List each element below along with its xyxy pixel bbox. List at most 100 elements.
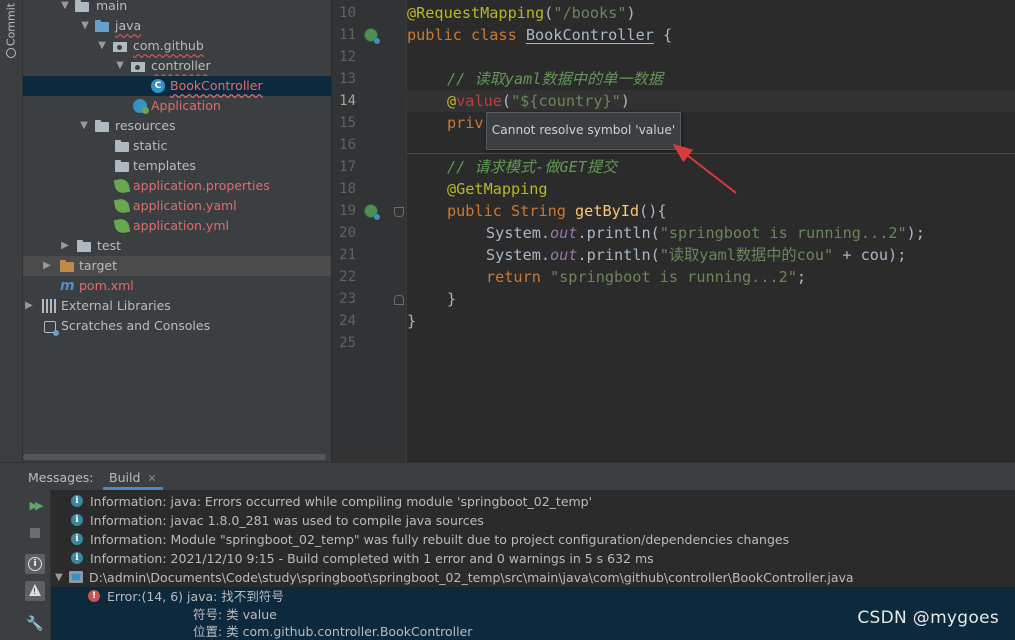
paren: ) [626, 4, 636, 22]
keyword: return [486, 268, 551, 286]
code-line-21: System.out.println("读取yaml数据中的cou" + cou… [486, 244, 906, 266]
tab-build[interactable]: Build ✕ [103, 466, 163, 490]
spring-mapping-gutter-icon[interactable] [364, 204, 380, 220]
scratches-icon [44, 321, 59, 336]
wrench-icon[interactable]: 🔧 [25, 614, 45, 634]
tree-item-target[interactable]: ▶ target [23, 256, 331, 276]
code-line-24: } [407, 310, 416, 332]
tree-item-label: BookController [170, 78, 263, 93]
line-number: 19 [339, 203, 356, 219]
tree-item-external-libraries[interactable]: ▶ External Libraries [23, 296, 331, 316]
message-text: Information: 2021/12/10 9:15 - Build com… [90, 551, 654, 566]
tree-item-controller[interactable]: ▼ controller [23, 56, 331, 76]
line-number: 15 [339, 115, 356, 131]
collapsed-arrow-icon[interactable]: ▶ [41, 256, 53, 276]
tree-item-static[interactable]: static [23, 136, 331, 156]
rerun-icon[interactable]: ▶▶ [25, 496, 45, 516]
libraries-icon [42, 299, 56, 313]
paren: ( [544, 4, 554, 22]
show-info-icon[interactable]: i [25, 554, 45, 574]
line-number: 18 [339, 181, 356, 197]
paren: ( [501, 92, 512, 110]
tree-item-label: External Libraries [61, 298, 171, 313]
field: out [550, 246, 578, 264]
tree-item-java[interactable]: ▼ java [23, 16, 331, 36]
variable: cou [860, 246, 889, 264]
tree-item-bookcontroller[interactable]: C BookController [23, 76, 331, 96]
code-line-20: System.out.println("springboot is runnin… [486, 222, 925, 244]
spring-config-icon [113, 197, 131, 215]
left-tool-strip: Commit [0, 0, 23, 462]
message-text: Information: java: Errors occurred while… [90, 494, 593, 509]
close-icon[interactable]: ✕ [147, 472, 156, 485]
info-icon: i [71, 514, 83, 526]
line-number: 10 [339, 5, 356, 21]
tree-item-label: application.yaml [133, 198, 237, 213]
paren: ); [888, 246, 907, 264]
tree-item-main[interactable]: ▼ main [23, 0, 331, 16]
line-number: 16 [339, 137, 356, 153]
tree-item-scratches[interactable]: Scratches and Consoles [23, 316, 331, 336]
paren: ); [906, 224, 925, 242]
tree-item-label: Scratches and Consoles [61, 318, 211, 333]
error-row[interactable]: ! Error:(14, 6) java: 找不到符号 [51, 587, 1015, 606]
expanded-arrow-icon[interactable]: ▼ [114, 56, 126, 76]
string-literal: "读取yaml数据中的cou" [659, 246, 834, 264]
java-file-icon [69, 571, 83, 583]
tree-item-pom-xml[interactable]: m pom.xml [23, 276, 331, 296]
spring-bean-gutter-icon[interactable] [364, 28, 380, 44]
scrollbar-thumb[interactable] [23, 454, 326, 460]
collapsed-arrow-icon[interactable]: ▶ [23, 296, 35, 316]
string-literal: "${country}" [511, 92, 621, 110]
comment: // 请求模式-做GET提交 [447, 158, 618, 176]
expanded-arrow-icon[interactable]: ▼ [78, 116, 90, 136]
error-text: Error:(14, 6) java: 找不到符号 [107, 589, 284, 604]
tree-item-test[interactable]: ▶ test [23, 236, 331, 256]
tree-item-com-github[interactable]: ▼ com.github [23, 36, 331, 56]
spring-boot-app-icon [133, 99, 149, 114]
stop-icon[interactable] [30, 528, 40, 538]
class-ref: System. [486, 246, 551, 264]
project-horizontal-scrollbar[interactable] [23, 454, 331, 460]
tree-item-application[interactable]: Application [23, 96, 331, 116]
line-number: 12 [339, 49, 356, 65]
info-icon: i [71, 552, 83, 564]
keyword: priv [447, 114, 484, 132]
tree-item-application-yml[interactable]: application.yml [23, 216, 331, 236]
expanded-arrow-icon[interactable]: ▼ [96, 36, 108, 56]
resources-folder-icon [95, 120, 109, 132]
tree-item-label: java [115, 18, 142, 33]
type: String [511, 202, 576, 220]
tree-item-label: templates [133, 158, 196, 173]
unresolved-symbol: value [456, 92, 502, 110]
spring-config-icon [113, 177, 131, 195]
error-icon: ! [88, 590, 100, 602]
tree-item-label: pom.xml [79, 278, 134, 293]
spring-config-icon [113, 217, 131, 235]
fold-start-icon[interactable] [394, 207, 404, 217]
paren: (){ [639, 202, 667, 220]
tree-item-label: resources [115, 118, 176, 133]
show-warnings-icon[interactable] [25, 581, 45, 601]
code-line-10: @RequestMapping("/books") [407, 2, 636, 24]
string-literal: "springboot is running...2" [659, 224, 907, 242]
code-editor[interactable]: @RequestMapping("/books") public class B… [407, 0, 1015, 462]
field: out [550, 224, 578, 242]
collapsed-arrow-icon[interactable]: ▶ [59, 236, 71, 256]
expanded-arrow-icon[interactable]: ▼ [59, 0, 71, 16]
code-line-22: return "springboot is running...2"; [486, 266, 806, 288]
commit-tool-tab[interactable]: Commit [3, 3, 19, 60]
bottom-tab-bar: Messages: Build ✕ [0, 466, 1015, 491]
tree-item-resources[interactable]: ▼ resources [23, 116, 331, 136]
tree-item-templates[interactable]: templates [23, 156, 331, 176]
line-number: 17 [339, 159, 356, 175]
expanded-arrow-icon[interactable]: ▼ [79, 16, 91, 36]
message-text: Information: Module "springboot_02_temp"… [90, 532, 790, 547]
line-number: 25 [339, 335, 356, 351]
tree-item-application-properties[interactable]: application.properties [23, 176, 331, 196]
tree-item-application-yaml[interactable]: application.yaml [23, 196, 331, 216]
expanded-arrow-icon[interactable]: ▼ [55, 568, 63, 587]
fold-end-icon[interactable] [394, 295, 404, 305]
line-number: 23 [339, 291, 356, 307]
file-path: D:\admin\Documents\Code\study\springboot… [89, 570, 854, 585]
